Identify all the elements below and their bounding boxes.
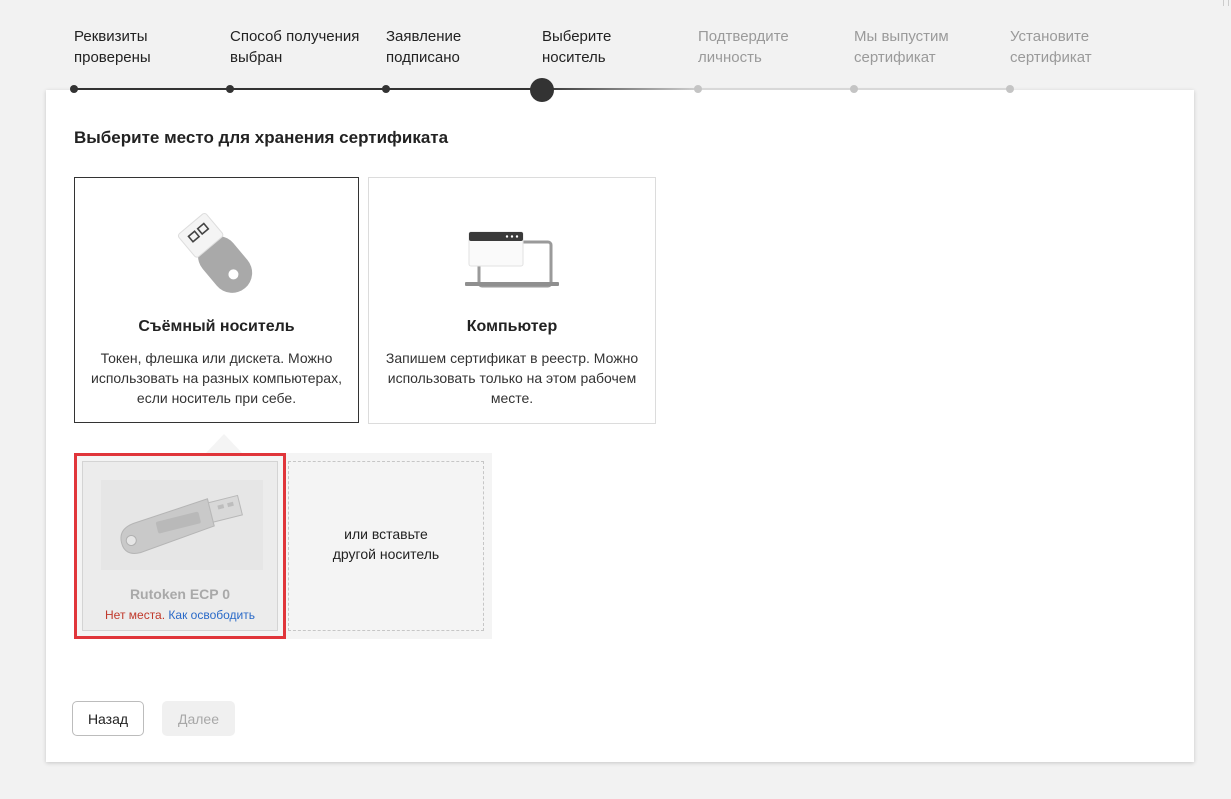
step-label-requisites: Реквизиты проверены: [74, 28, 151, 66]
back-button[interactable]: Назад: [72, 701, 144, 736]
next-button[interactable]: Далее: [162, 701, 235, 736]
step-dot: [694, 85, 702, 93]
step-label-application: Заявление подписано: [386, 28, 462, 66]
option-computer-title: Компьютер: [466, 318, 558, 335]
step-label-install-certificate: Установите сертификат: [1010, 28, 1092, 66]
step-dot: [1006, 85, 1014, 93]
insert-other-media-placeholder: или вставьте другой носитель: [288, 461, 484, 631]
insert-other-media-text: или вставьте другой носитель: [332, 526, 440, 562]
usb-flash-icon: [177, 212, 253, 293]
step-label-choose-media: Выберите носитель: [542, 28, 612, 66]
option-computer-description: Запишем сертификат в реестр. Можно испол…: [385, 350, 639, 406]
option-removable-description: Токен, флешка или дискета. Можно использ…: [91, 350, 342, 406]
selection-pointer-arrow: [206, 434, 242, 453]
step-label-issue-certificate: Мы выпустим сертификат: [854, 28, 949, 66]
step-label-confirm-identity: Подтвердите личность: [698, 28, 789, 66]
step-label-method: Способ получения выбран: [230, 28, 360, 66]
page-title: Выберите место для хранения сертификата: [74, 128, 449, 147]
option-computer[interactable]: Компьютер Запишем сертификат в реестр. М…: [368, 177, 656, 424]
step-line-transition: [542, 88, 698, 90]
step-dot-current: [530, 78, 554, 102]
step-dot: [226, 85, 234, 93]
option-removable-title: Съёмный носитель: [138, 318, 295, 335]
progress-stepper: Реквизиты проверены Способ получения выб…: [0, 0, 1231, 102]
step-dot: [850, 85, 858, 93]
laptop-icon: [465, 231, 559, 288]
main-card: Выберите место для хранения сертификата …: [46, 90, 1194, 762]
option-removable-media[interactable]: Съёмный носитель Токен, флешка или диске…: [74, 177, 359, 423]
step-dot: [70, 85, 78, 93]
media-list: Rutoken ECP 0 Нет места. Как освободить …: [74, 453, 492, 639]
step-dot: [382, 85, 390, 93]
token-highlight-frame: [74, 453, 286, 639]
step-line-done: [74, 88, 542, 90]
